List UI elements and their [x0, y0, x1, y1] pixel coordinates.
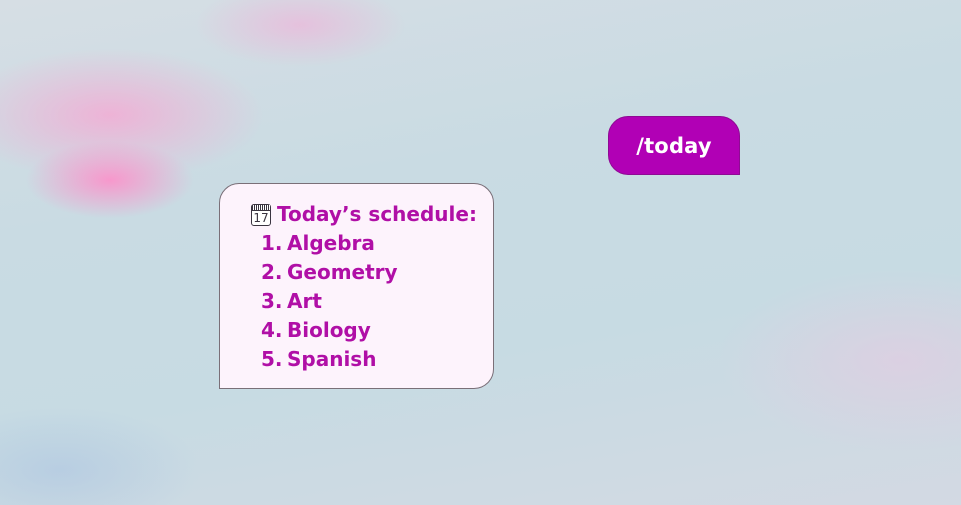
list-item-label: Geometry	[287, 260, 398, 284]
calendar-icon-day: 17	[253, 210, 269, 225]
list-item-number: 2.	[261, 260, 283, 284]
list-item-number: 3.	[261, 289, 283, 313]
bot-schedule-bubble: 17 Today’s schedule: 1. Algebra 2. Geome…	[219, 183, 494, 389]
schedule-header: 17 Today’s schedule:	[251, 200, 483, 229]
list-item: 4. Biology	[261, 316, 483, 345]
list-item-number: 1.	[261, 231, 283, 255]
list-item-label: Spanish	[287, 347, 377, 371]
list-item-label: Biology	[287, 318, 371, 342]
list-item: 2. Geometry	[261, 258, 483, 287]
calendar-icon: 17	[251, 203, 271, 226]
list-item-number: 5.	[261, 347, 283, 371]
user-command-text: /today	[636, 133, 712, 158]
user-command-bubble: /today	[608, 116, 740, 175]
schedule-list: 1. Algebra 2. Geometry 3. Art 4. Biology…	[251, 229, 483, 374]
list-item-label: Algebra	[287, 231, 375, 255]
list-item-label: Art	[287, 289, 322, 313]
list-item-number: 4.	[261, 318, 283, 342]
list-item: 3. Art	[261, 287, 483, 316]
schedule-title: Today’s schedule:	[277, 202, 477, 226]
list-item: 1. Algebra	[261, 229, 483, 258]
list-item: 5. Spanish	[261, 345, 483, 374]
